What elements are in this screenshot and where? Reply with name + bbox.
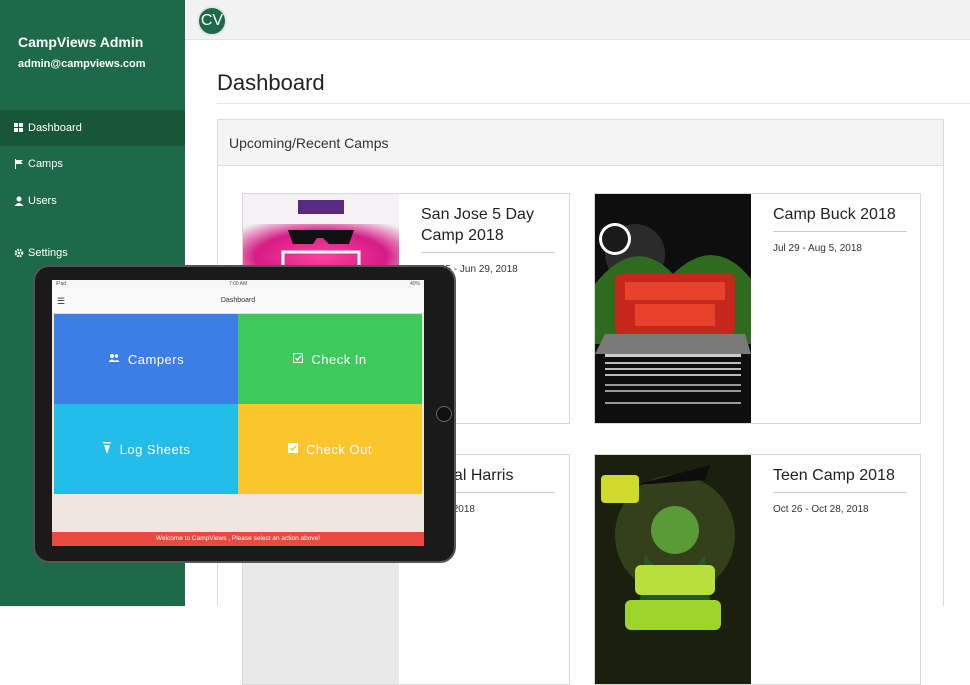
flag-icon	[14, 159, 24, 169]
check-out-tile[interactable]: Check Out	[238, 404, 422, 494]
camp-info: Camp Buck 2018 Jul 29 - Aug 5, 2018	[773, 204, 907, 254]
tablet-screen: iPad 7:00 AM 40% ☰ Dashboard Campers Che…	[52, 280, 424, 546]
status-carrier: iPad	[56, 281, 67, 287]
grid-icon	[14, 123, 24, 133]
status-time: 7:00 AM	[228, 281, 248, 287]
users-icon	[108, 353, 120, 366]
sidebar-item-dashboard[interactable]: Dashboard	[0, 110, 185, 146]
admin-email: admin@campviews.com	[18, 58, 146, 70]
campers-tile[interactable]: Campers	[54, 314, 238, 404]
brand-name: CampViews Admin	[18, 34, 144, 50]
status-battery: 40%	[409, 281, 420, 287]
check-in-tile[interactable]: Check In	[238, 314, 422, 404]
camp-name: Camp Buck 2018	[773, 204, 907, 232]
app-logo[interactable]: CV	[197, 6, 227, 36]
gear-icon	[14, 248, 24, 258]
tablet-device: iPad 7:00 AM 40% ☰ Dashboard Campers Che…	[33, 265, 456, 563]
panel-title: Upcoming/Recent Camps	[218, 120, 943, 166]
tablet-status-bar: iPad 7:00 AM 40%	[52, 280, 424, 288]
tile-label: Check In	[311, 351, 367, 367]
sidebar-item-users[interactable]: Users	[0, 183, 185, 219]
camp-name: Teen Camp 2018	[773, 465, 907, 493]
hamburger-menu-icon[interactable]: ☰	[57, 288, 65, 314]
user-icon	[14, 196, 24, 206]
tile-label: Campers	[127, 351, 185, 367]
camp-poster-teen-camp	[595, 455, 751, 684]
page-title: Dashboard	[217, 70, 325, 95]
camp-dates: Oct 26 - Oct 28, 2018	[773, 504, 869, 515]
welcome-banner: Welcome to CampViews , Please select an …	[52, 532, 424, 546]
sidebar-item-camps[interactable]: Camps	[0, 146, 185, 182]
log-sheets-tile[interactable]: Log Sheets	[54, 404, 238, 494]
sidebar-item-label: Users	[28, 195, 57, 207]
camp-card-teen-camp[interactable]: Teen Camp 2018 Oct 26 - Oct 28, 2018	[594, 454, 921, 685]
tile-label: Check Out	[306, 441, 372, 457]
pencil-icon	[102, 441, 112, 457]
action-tiles: Campers Check In Log Sheets Check Out	[54, 314, 422, 494]
camp-poster-camp-buck	[595, 194, 751, 423]
camp-name: San Jose 5 Day Camp 2018	[421, 204, 555, 253]
top-bar: CV	[185, 0, 970, 40]
tablet-title: Dashboard	[220, 297, 256, 304]
home-button	[436, 406, 452, 422]
camp-info: Teen Camp 2018 Oct 26 - Oct 28, 2018	[773, 465, 907, 515]
camp-card-camp-buck[interactable]: Camp Buck 2018 Jul 29 - Aug 5, 2018	[594, 193, 921, 424]
tile-label: Log Sheets	[119, 441, 191, 457]
checkbox-outline-icon	[293, 352, 304, 366]
camp-dates: Jul 29 - Aug 5, 2018	[773, 243, 862, 254]
tablet-app-bar: ☰ Dashboard	[52, 288, 424, 314]
sidebar-item-label: Camps	[28, 158, 63, 170]
title-divider	[217, 103, 970, 104]
sidebar-item-label: Dashboard	[28, 122, 82, 134]
checkbox-checked-icon	[288, 442, 299, 456]
sidebar-item-label: Settings	[28, 247, 68, 259]
